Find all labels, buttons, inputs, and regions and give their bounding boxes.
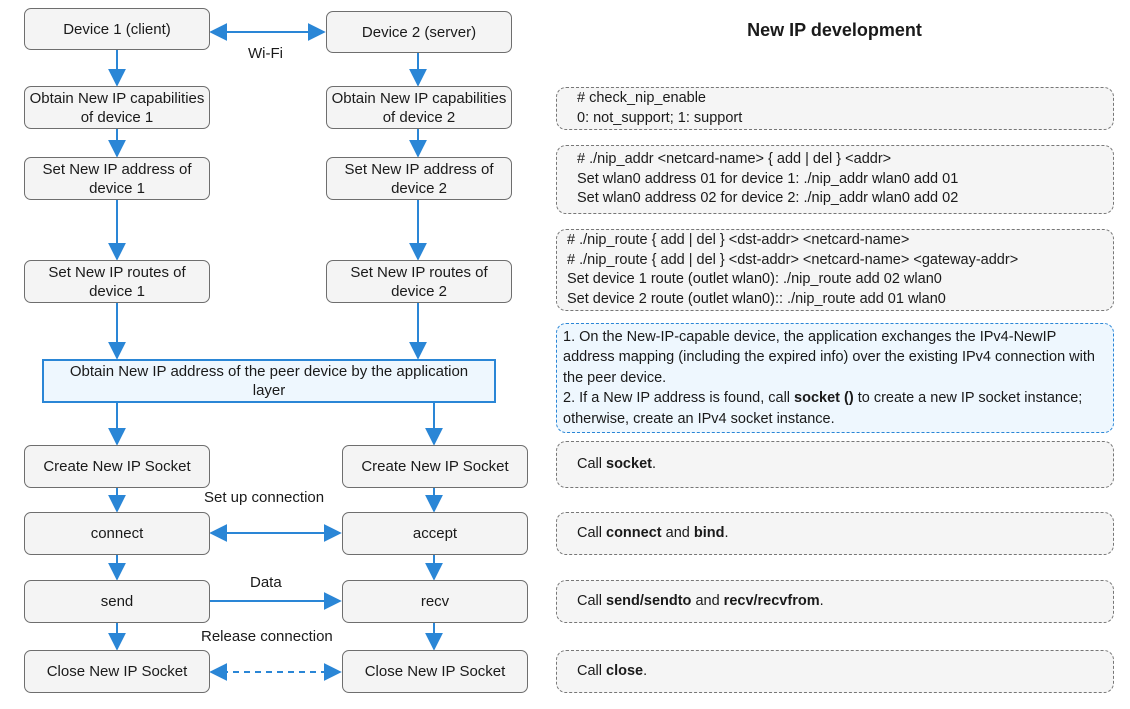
connect-box: connect [24, 512, 210, 555]
create-socket-box-1: Create New IP Socket [24, 445, 210, 488]
capability-1-label: Obtain New IP capabilities of device 1 [29, 89, 205, 126]
note-line: 1. On the New-IP-capable device, the app… [563, 328, 1095, 386]
note-line: # ./nip_route { add | del } <dst-addr> <… [567, 232, 910, 248]
route-1-label: Set New IP routes of device 1 [48, 263, 186, 300]
note-line: 2. If a New IP address is found, call so… [563, 388, 1103, 429]
note-text: Call [577, 524, 607, 541]
note-address: # ./nip_addr <netcard-name> { add | del … [556, 145, 1114, 214]
close-socket-1-label: Close New IP Socket [46, 663, 188, 680]
device1-box: Device 1 (client) [24, 8, 210, 50]
note-line: Set wlan0 address 01 for device 1: ./nip… [577, 170, 959, 187]
note-text: Call [577, 662, 607, 679]
capability-box-2: Obtain New IP capabilities of device 2 [326, 86, 512, 129]
create-socket-box-2: Create New IP Socket [342, 445, 528, 488]
note-line: 0: not_support; 1: support [577, 109, 743, 126]
send-box: send [24, 580, 210, 623]
create-socket-2-label: Create New IP Socket [361, 458, 509, 475]
route-box-2: Set New IP routes of device 2 [326, 260, 512, 303]
note-text: and [661, 524, 694, 541]
note-line: Call close. [577, 662, 1103, 682]
accept-label: accept [412, 525, 458, 542]
connect-label: connect [90, 525, 144, 542]
note-line: Call send/sendto and recv/recvfrom. [577, 592, 1103, 612]
wifi-label: Wi-Fi [248, 45, 283, 62]
close-socket-box-2: Close New IP Socket [342, 650, 528, 693]
note-text: . [651, 455, 656, 472]
note-text: 2. If a New IP address is found, call [563, 390, 795, 407]
address-box-2: Set New IP address of device 2 [326, 157, 512, 200]
peer-address-box: Obtain New IP address of the peer device… [42, 359, 496, 403]
note-text: . [724, 524, 729, 541]
note-peer-address: 1. On the New-IP-capable device, the app… [556, 323, 1114, 433]
send-label: send [100, 593, 134, 610]
note-line: # check_nip_enable [577, 90, 706, 106]
capability-box-1: Obtain New IP capabilities of device 1 [24, 86, 210, 129]
note-line: # ./nip_route { add | del } <dst-addr> <… [567, 251, 1019, 268]
note-text: Call [577, 592, 607, 609]
create-socket-1-label: Create New IP Socket [43, 458, 191, 475]
note-line: Call connect and bind. [577, 524, 1103, 544]
note-text: . [643, 662, 648, 679]
note-text: Call [577, 455, 607, 472]
note-bold-text: socket [606, 455, 652, 472]
note-text: . [819, 592, 824, 609]
route-2-label: Set New IP routes of device 2 [350, 263, 488, 300]
close-socket-box-1: Close New IP Socket [24, 650, 210, 693]
device1-label: Device 1 (client) [63, 20, 171, 38]
data-label: Data [250, 574, 282, 591]
page-title: New IP development [747, 20, 922, 40]
note-bold-text: send/sendto [606, 592, 692, 609]
setup-connection-label: Set up connection [204, 489, 325, 506]
note-bold-text: recv/recvfrom [723, 592, 820, 609]
capability-2-label: Obtain New IP capabilities of device 2 [331, 89, 507, 126]
accept-box: accept [342, 512, 528, 555]
address-box-1: Set New IP address of device 1 [24, 157, 210, 200]
close-socket-2-label: Close New IP Socket [364, 663, 506, 680]
note-capability: # check_nip_enable 0: not_support; 1: su… [556, 87, 1114, 130]
note-connect: Call connect and bind. [556, 512, 1114, 555]
device2-label: Device 2 (server) [361, 23, 477, 41]
note-bold-text: socket () [794, 390, 854, 407]
note-text: and [691, 592, 724, 609]
release-connection-label: Release connection [201, 628, 333, 645]
note-close: Call close. [556, 650, 1114, 693]
note-line: # ./nip_addr <netcard-name> { add | del … [577, 151, 892, 168]
note-line: Set device 2 route (outlet wlan0):: ./ni… [567, 290, 946, 307]
peer-address-label: Obtain New IP address of the peer device… [69, 363, 469, 399]
note-line: Call socket. [577, 455, 1103, 475]
note-route: # ./nip_route { add | del } <dst-addr> <… [556, 229, 1114, 311]
route-box-1: Set New IP routes of device 1 [24, 260, 210, 303]
note-line: Set wlan0 address 02 for device 2: ./nip… [577, 190, 959, 207]
address-1-label: Set New IP address of device 1 [42, 160, 192, 197]
note-socket: Call socket. [556, 441, 1114, 488]
note-bold-text: bind [693, 524, 725, 541]
recv-box: recv [342, 580, 528, 623]
note-bold-text: connect [606, 524, 662, 541]
note-line: Set device 1 route (outlet wlan0): ./nip… [567, 271, 942, 287]
note-send-recv: Call send/sendto and recv/recvfrom. [556, 580, 1114, 623]
device2-box: Device 2 (server) [326, 11, 512, 53]
recv-label: recv [420, 593, 450, 610]
address-2-label: Set New IP address of device 2 [344, 160, 494, 197]
note-bold-text: close [606, 662, 644, 679]
